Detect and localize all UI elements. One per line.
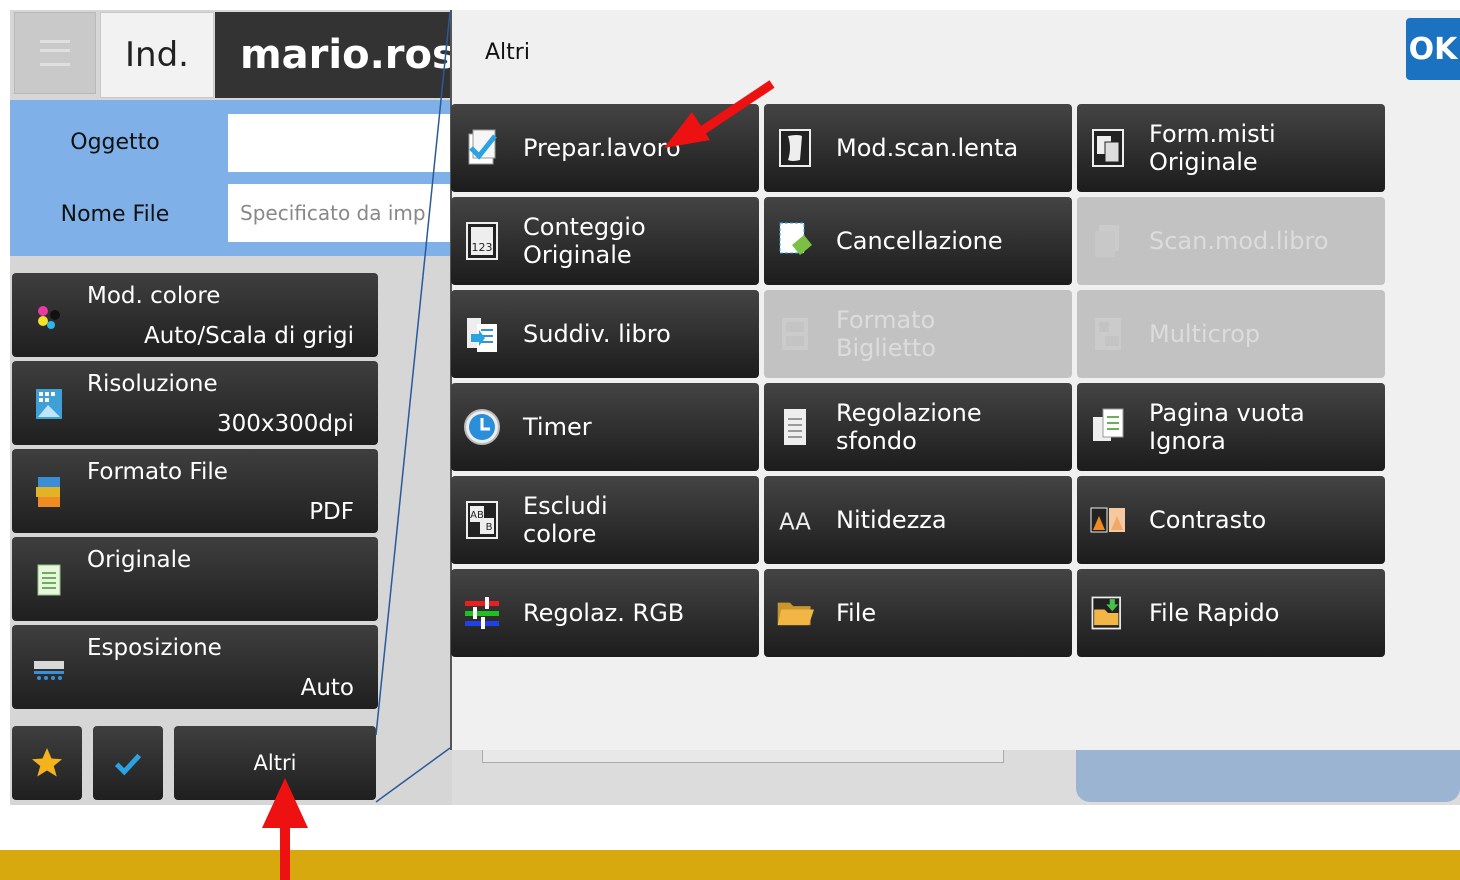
arrow-to-altri	[262, 778, 308, 880]
arrow-to-prepar-lavoro	[664, 80, 775, 148]
annotation-arrows	[262, 80, 775, 880]
